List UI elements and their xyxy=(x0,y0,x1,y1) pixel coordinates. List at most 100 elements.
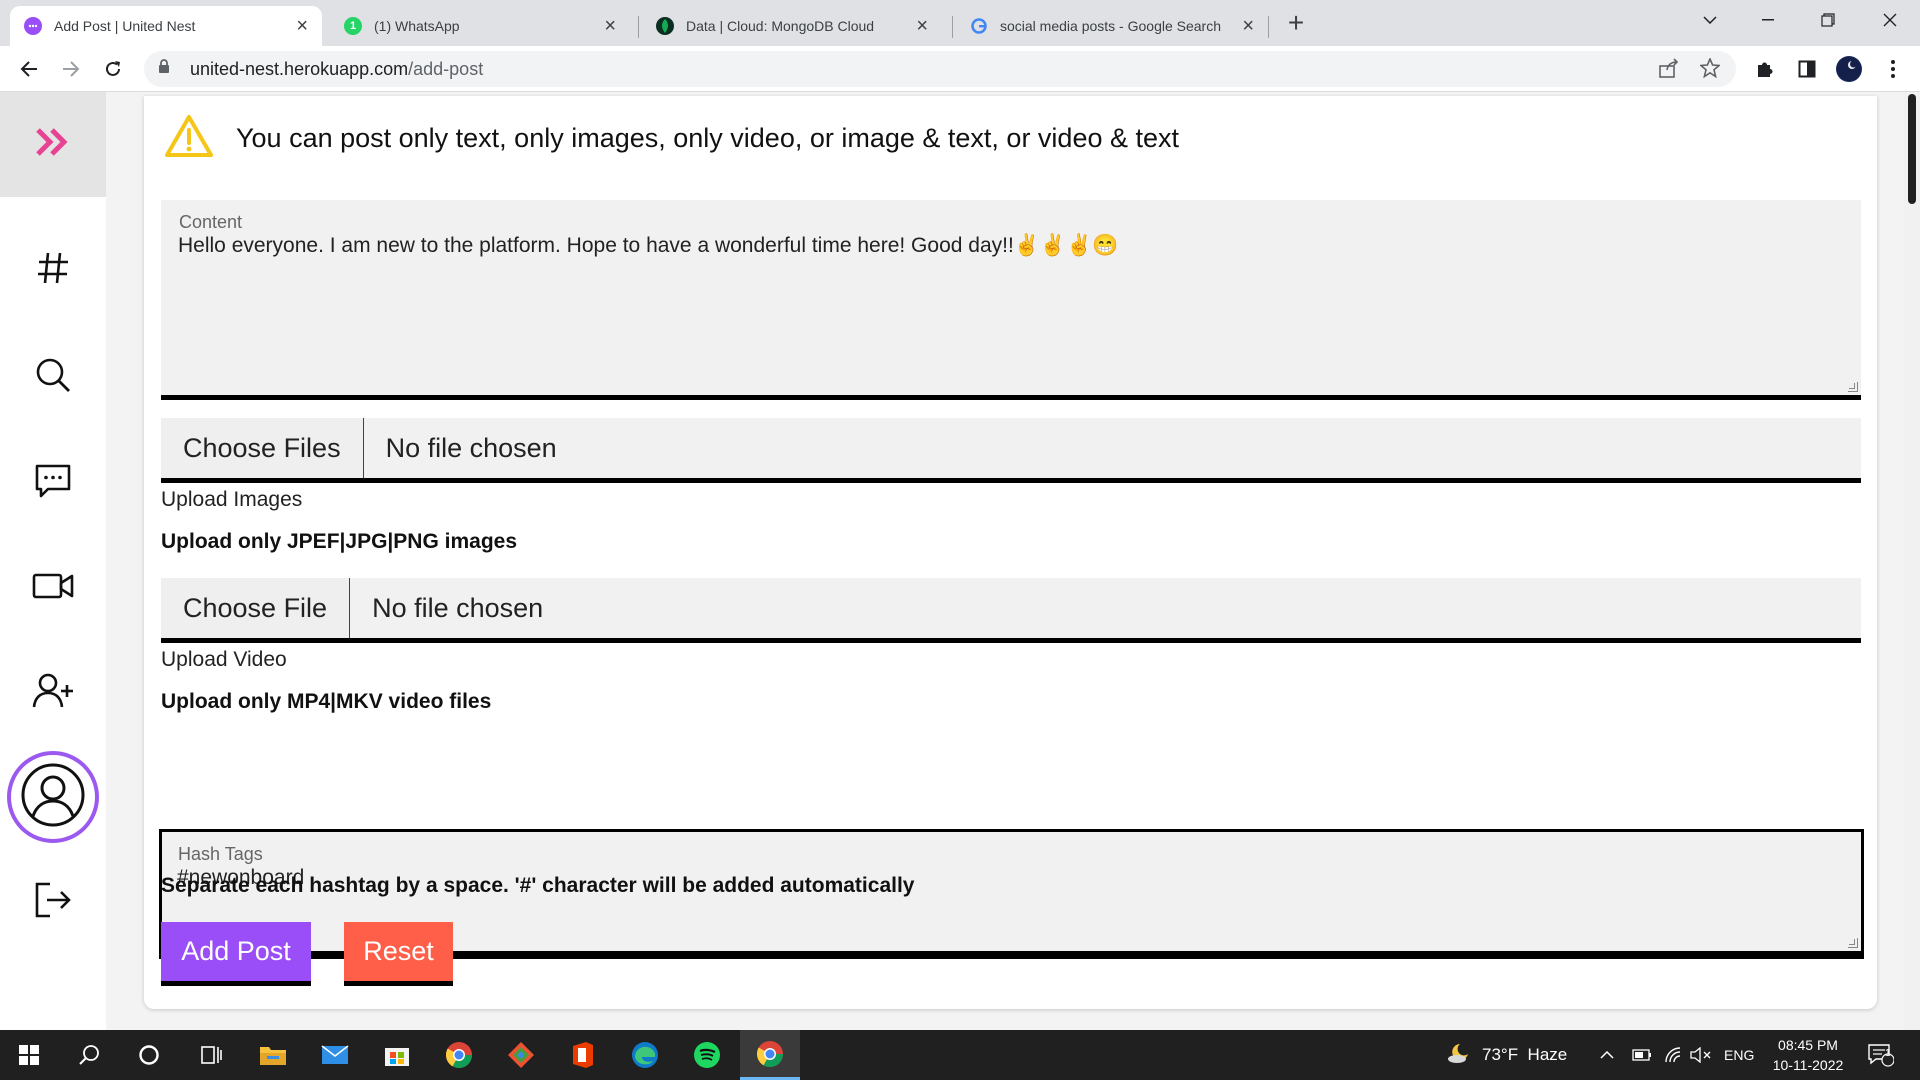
mail-icon[interactable] xyxy=(306,1030,364,1080)
whatsapp-favicon-icon: 1 xyxy=(344,17,362,35)
tab-mongodb[interactable]: Data | Cloud: MongoDB Cloud × xyxy=(642,6,942,46)
system-clock[interactable]: 08:45 PM 10-11-2022 xyxy=(1758,1035,1858,1075)
tab-separator xyxy=(1268,16,1269,38)
google-favicon-icon xyxy=(970,17,988,35)
mongodb-leaf-favicon-icon xyxy=(656,17,674,35)
tab-whatsapp[interactable]: 1 (1) WhatsApp × xyxy=(330,6,630,46)
add-post-form-card: You can post only text, only images, onl… xyxy=(144,96,1877,1009)
chrome-active-icon[interactable] xyxy=(740,1030,800,1080)
browser-menu-kebab-icon[interactable] xyxy=(1880,56,1906,82)
task-view-icon[interactable] xyxy=(182,1030,240,1080)
chevrons-right-icon xyxy=(35,127,71,162)
moon-cloud-icon xyxy=(1446,1042,1472,1069)
scrollbar-thumb[interactable] xyxy=(1908,94,1916,204)
speaker-muted-icon[interactable] xyxy=(1690,1030,1712,1080)
microsoft-store-icon[interactable] xyxy=(368,1030,426,1080)
browser-toolbar: united-nest.herokuapp.com/add-post xyxy=(0,46,1920,92)
hashtags-hint: Separate each hashtag by a space. '#' ch… xyxy=(161,874,915,897)
spotify-icon[interactable] xyxy=(678,1030,736,1080)
share-icon[interactable] xyxy=(1658,58,1680,84)
upload-images-label: Upload Images xyxy=(161,488,303,511)
tab-separator xyxy=(952,16,953,38)
logout-icon xyxy=(34,881,72,924)
resize-handle-icon[interactable] xyxy=(1848,382,1858,392)
minimize-icon[interactable] xyxy=(1740,0,1796,40)
restore-icon[interactable] xyxy=(1800,0,1856,40)
sidebar-item-search[interactable] xyxy=(0,347,106,407)
content-label: Content xyxy=(179,212,243,232)
tab-google-search[interactable]: social media posts - Google Search × xyxy=(956,6,1268,46)
warning-banner: You can post only text, only images, onl… xyxy=(164,114,1179,163)
search-icon xyxy=(34,356,72,399)
sidebar-toggle[interactable] xyxy=(0,92,106,197)
side-panel-icon[interactable] xyxy=(1794,56,1820,82)
tab-search-chevron-icon[interactable] xyxy=(1682,0,1738,40)
tab-close-icon[interactable]: × xyxy=(604,15,616,38)
content-textarea[interactable]: Content Hello everyone. I am new to the … xyxy=(161,200,1861,400)
cortana-circle-icon[interactable] xyxy=(120,1030,178,1080)
tab-close-icon[interactable]: × xyxy=(296,15,308,38)
add-post-button[interactable]: Add Post xyxy=(161,922,311,986)
reset-button[interactable]: Reset xyxy=(344,922,453,986)
video-file-status: No file chosen xyxy=(372,592,544,623)
upload-images-hint: Upload only JPEF|JPG|PNG images xyxy=(161,530,518,553)
united-nest-favicon-icon xyxy=(24,17,42,35)
tab-close-icon[interactable]: × xyxy=(1242,15,1254,38)
hashtags-label: Hash Tags xyxy=(178,844,263,864)
content-value[interactable]: Hello everyone. I am new to the platform… xyxy=(178,234,1118,258)
add-user-icon xyxy=(32,673,74,714)
choose-images-button[interactable]: Choose Files xyxy=(161,418,364,478)
back-arrow-icon[interactable] xyxy=(14,54,44,84)
weather-widget[interactable]: 73°F Haze xyxy=(1446,1030,1567,1080)
notification-center-icon[interactable]: 1 xyxy=(1868,1030,1894,1080)
warning-text: You can post only text, only images, onl… xyxy=(236,123,1180,153)
warning-triangle-icon xyxy=(164,114,214,163)
tab-add-post[interactable]: Add Post | United Nest × xyxy=(10,6,322,46)
address-bar[interactable]: united-nest.herokuapp.com/add-post xyxy=(144,51,1736,87)
bookmark-star-icon[interactable] xyxy=(1699,56,1721,84)
taskbar-search-icon[interactable] xyxy=(60,1030,118,1080)
battery-icon[interactable] xyxy=(1632,1030,1652,1080)
edge-icon[interactable] xyxy=(616,1030,674,1080)
upload-video-label: Upload Video xyxy=(161,648,287,671)
tab-title: social media posts - Google Search xyxy=(1000,18,1221,34)
wifi-icon[interactable] xyxy=(1664,1030,1682,1080)
sidebar-item-logout[interactable] xyxy=(0,872,106,932)
weather-text: 73°F Haze xyxy=(1482,1045,1568,1064)
resize-handle-icon[interactable] xyxy=(1848,938,1858,948)
tab-close-icon[interactable]: × xyxy=(916,15,928,38)
windows-taskbar: 73°F Haze ENG 08:45 PM 10-11-2022 1 xyxy=(0,1030,1920,1080)
clock-time: 08:45 PM xyxy=(1778,1037,1838,1053)
choose-video-button[interactable]: Choose File xyxy=(161,578,351,638)
sidebar-item-add-friend[interactable] xyxy=(0,663,106,723)
sidebar-item-profile[interactable] xyxy=(7,751,99,843)
profile-avatar-icon[interactable] xyxy=(1836,56,1862,82)
sidebar-item-messages[interactable] xyxy=(0,453,106,513)
file-explorer-icon[interactable] xyxy=(244,1030,302,1080)
lock-icon xyxy=(158,59,172,79)
url-text: united-nest.herokuapp.com/add-post xyxy=(190,59,483,80)
profile-avatar-icon xyxy=(21,763,85,832)
show-hidden-icons-chevron-icon[interactable] xyxy=(1600,1030,1614,1080)
close-window-icon[interactable] xyxy=(1862,0,1918,40)
page-scrollbar[interactable] xyxy=(1904,92,1920,1030)
input-language[interactable]: ENG xyxy=(1724,1030,1754,1080)
new-tab-plus-icon[interactable]: + xyxy=(1282,6,1310,40)
image-file-input[interactable]: Choose Files No file chosen xyxy=(161,418,1861,483)
forward-arrow-icon[interactable] xyxy=(56,54,86,84)
video-file-input[interactable]: Choose File No file chosen xyxy=(161,578,1861,643)
git-icon[interactable] xyxy=(492,1030,550,1080)
sidebar xyxy=(0,92,106,1030)
office-icon[interactable] xyxy=(554,1030,612,1080)
sidebar-item-hashtags[interactable] xyxy=(0,240,106,300)
chrome-icon[interactable] xyxy=(430,1030,488,1080)
tab-title: Add Post | United Nest xyxy=(54,18,196,34)
extensions-puzzle-icon[interactable] xyxy=(1752,56,1778,82)
reload-icon[interactable] xyxy=(98,54,128,84)
chat-icon xyxy=(34,462,72,505)
windows-start-icon[interactable] xyxy=(0,1030,58,1080)
sidebar-item-videos[interactable] xyxy=(0,558,106,618)
tab-title: Data | Cloud: MongoDB Cloud xyxy=(686,18,875,34)
tab-title: (1) WhatsApp xyxy=(374,18,460,34)
clock-date: 10-11-2022 xyxy=(1772,1057,1844,1073)
